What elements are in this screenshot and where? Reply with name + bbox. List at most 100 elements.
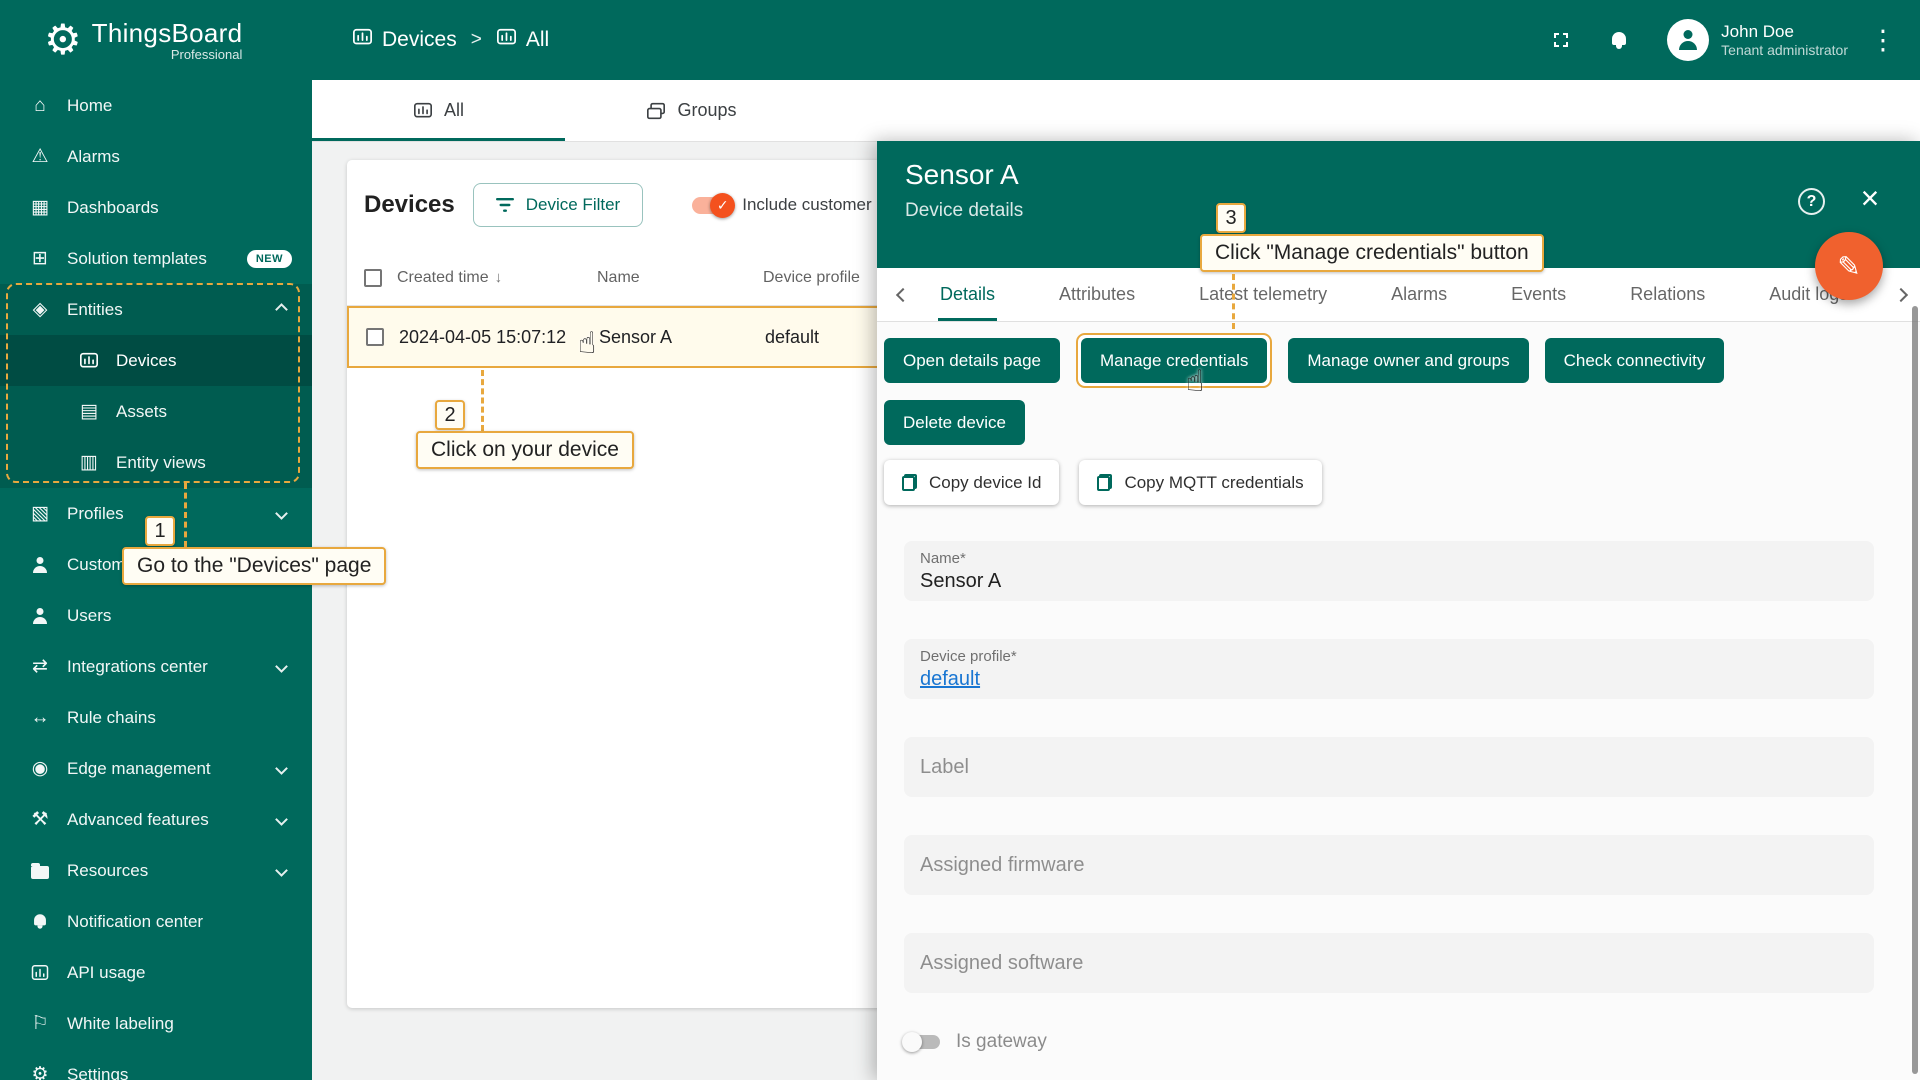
entities-icon (28, 298, 52, 321)
column-created-time[interactable]: Created time (397, 269, 597, 287)
tab-attributes[interactable]: Attributes (1057, 268, 1137, 321)
advanced-features-icon (28, 808, 52, 831)
sidebar-item-solution-templates[interactable]: Solution templates NEW (0, 233, 312, 284)
filter-icon (496, 198, 514, 212)
sidebar-item-label: Devices (116, 351, 176, 371)
tabs-scroll-right-icon[interactable] (1894, 287, 1908, 301)
tab-all[interactable]: All (312, 80, 565, 141)
sidebar-item-users[interactable]: Users (0, 590, 312, 641)
entity-views-icon (77, 451, 101, 474)
cell-name: Sensor A (599, 327, 765, 348)
close-icon[interactable] (1853, 181, 1887, 215)
check-connectivity-button[interactable]: Check connectivity (1545, 338, 1725, 383)
sidebar-item-entities[interactable]: Entities (0, 284, 312, 335)
copy-buttons-row: Copy device Id Copy MQTT credentials (884, 460, 1904, 505)
assigned-software-field[interactable]: Assigned software (904, 933, 1874, 993)
sidebar-item-assets[interactable]: Assets (0, 386, 312, 437)
kebab-menu-icon[interactable] (1868, 25, 1898, 56)
panel-title: Sensor A (905, 159, 1920, 191)
tab-groups[interactable]: Groups (565, 80, 818, 141)
sidebar-item-notification-center[interactable]: Notification center (0, 896, 312, 947)
new-badge: NEW (247, 250, 292, 268)
is-gateway-toggle[interactable] (904, 1035, 940, 1049)
chevron-up-icon (275, 303, 288, 316)
tab-details[interactable]: Details (938, 268, 997, 321)
label-field[interactable]: Label (904, 737, 1874, 797)
notifications-bell-icon[interactable] (1597, 18, 1641, 62)
user-name: John Doe (1721, 21, 1848, 42)
device-profile-link[interactable]: default (920, 668, 980, 691)
tab-groups-label: Groups (677, 100, 736, 121)
name-field[interactable]: Name* Sensor A (904, 541, 1874, 601)
breadcrumb-devices[interactable]: Devices (352, 28, 457, 53)
sidebar-item-label: Dashboards (67, 198, 159, 218)
sidebar-item-edge-management[interactable]: Edge management (0, 743, 312, 794)
delete-device-button[interactable]: Delete device (884, 400, 1025, 445)
column-name[interactable]: Name (597, 269, 763, 287)
device-filter-label: Device Filter (526, 195, 620, 215)
sidebar-item-label: Alarms (67, 147, 120, 167)
sidebar-item-settings[interactable]: Settings (0, 1049, 312, 1080)
copy-mqtt-credentials-button[interactable]: Copy MQTT credentials (1079, 460, 1321, 505)
sidebar-item-dashboards[interactable]: Dashboards (0, 182, 312, 233)
tab-events[interactable]: Events (1509, 268, 1568, 321)
chevron-down-icon (275, 864, 288, 877)
sidebar-item-entity-views[interactable]: Entity views (0, 437, 312, 488)
assigned-firmware-field[interactable]: Assigned firmware (904, 835, 1874, 895)
top-bar-right: John Doe Tenant administrator (1539, 18, 1898, 62)
edit-fab-button[interactable] (1815, 232, 1883, 300)
sidebar-item-alarms[interactable]: Alarms (0, 131, 312, 182)
resources-folder-icon (28, 862, 52, 879)
device-form: Name* Sensor A Device profile* default L… (904, 541, 1874, 993)
device-profile-field[interactable]: Device profile* default (904, 639, 1874, 699)
sidebar-item-label: Profiles (67, 504, 124, 524)
sidebar-item-advanced-features[interactable]: Advanced features (0, 794, 312, 845)
avatar-person-icon (1677, 29, 1699, 51)
api-usage-chart-icon (28, 964, 52, 981)
tab-all-icon (413, 102, 433, 120)
copy-icon (1097, 474, 1112, 491)
fullscreen-icon[interactable] (1539, 18, 1583, 62)
help-icon[interactable] (1798, 188, 1825, 215)
sidebar-item-devices[interactable]: Devices (0, 335, 312, 386)
panel-tabs: Details Attributes Latest telemetry Alar… (877, 268, 1920, 322)
tab-alarms[interactable]: Alarms (1389, 268, 1449, 321)
tab-latest-telemetry[interactable]: Latest telemetry (1197, 268, 1329, 321)
select-all-checkbox[interactable] (364, 269, 382, 287)
sidebar-item-label: White labeling (67, 1014, 174, 1034)
device-profile-field-label: Device profile* (920, 648, 1858, 665)
sidebar-item-api-usage[interactable]: API usage (0, 947, 312, 998)
sidebar-item-label: Resources (67, 861, 148, 881)
sidebar-item-white-labeling[interactable]: White labeling (0, 998, 312, 1049)
app-logo[interactable]: ThingsBoard Professional (0, 0, 312, 80)
manage-credentials-button[interactable]: Manage credentials (1081, 338, 1267, 383)
chevron-down-icon (275, 507, 288, 520)
sidebar-item-home[interactable]: Home (0, 80, 312, 131)
sort-desc-icon (495, 269, 503, 286)
copy-device-id-button[interactable]: Copy device Id (884, 460, 1059, 505)
sidebar: ThingsBoard Professional Home Alarms Das… (0, 0, 312, 1080)
open-details-page-button[interactable]: Open details page (884, 338, 1060, 383)
tab-relations[interactable]: Relations (1628, 268, 1707, 321)
action-buttons-row2: Delete device (884, 400, 1904, 445)
breadcrumb-all[interactable]: All (496, 28, 549, 53)
panel-scrollbar[interactable] (1912, 306, 1918, 1074)
breadcrumb-root-label: Devices (382, 28, 457, 52)
sidebar-item-integrations-center[interactable]: Integrations center (0, 641, 312, 692)
sidebar-item-resources[interactable]: Resources (0, 845, 312, 896)
include-customer-toggle[interactable] (692, 197, 732, 214)
user-info[interactable]: John Doe Tenant administrator (1721, 21, 1848, 60)
sidebar-item-customers[interactable]: Customers (0, 539, 312, 590)
tabs-scroll-left-icon[interactable] (896, 287, 910, 301)
users-icon (28, 607, 52, 625)
sidebar-item-rule-chains[interactable]: Rule chains (0, 692, 312, 743)
avatar[interactable] (1667, 19, 1709, 61)
sidebar-item-profiles[interactable]: Profiles (0, 488, 312, 539)
sidebar-item-label: Advanced features (67, 810, 209, 830)
device-details-panel: Sensor A Device details Details Attribut… (877, 141, 1920, 1080)
manage-owner-groups-button[interactable]: Manage owner and groups (1288, 338, 1528, 383)
notification-bell-icon (28, 912, 52, 931)
row-checkbox[interactable] (366, 328, 384, 346)
device-filter-button[interactable]: Device Filter (473, 183, 643, 227)
cell-created-time: 2024-04-05 15:07:12 (399, 327, 599, 348)
